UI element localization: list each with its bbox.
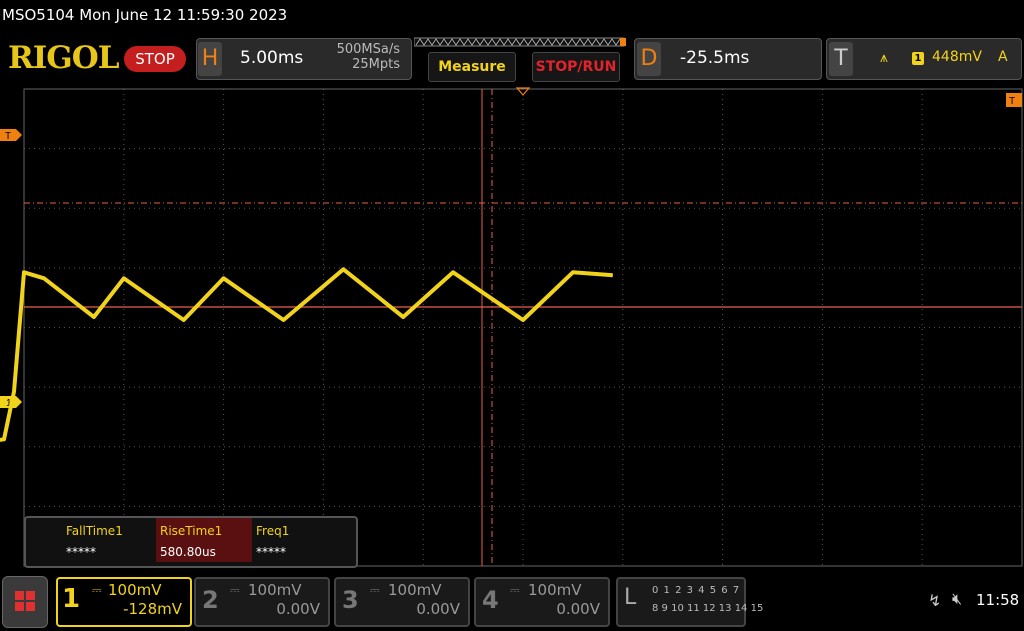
instrument-title: MSO5104 Mon June 12 11:59:30 2023 — [2, 6, 288, 24]
usb-icon: ↯ — [928, 591, 942, 610]
run-status-badge: STOP — [124, 46, 186, 72]
measure-button[interactable]: Measure — [428, 52, 516, 82]
channel-4-scale: 100mV — [528, 581, 582, 599]
channel-3-number: 3 — [342, 586, 359, 614]
channel-1-number: 1 — [62, 584, 81, 614]
delay-letter: D — [637, 42, 661, 76]
trigger-mode: A — [998, 49, 1008, 65]
channel-4-number: 4 — [482, 586, 499, 614]
logic-channels-row-2: 8 9 10 11 12 13 14 15 — [652, 603, 764, 614]
trigger-letter: T — [829, 42, 853, 76]
dc-coupling-icon: ⎓ — [230, 583, 240, 597]
stop-run-button[interactable]: STOP/RUN — [532, 52, 620, 82]
grid-menu-icon — [15, 591, 35, 611]
sample-rate-info: 500MSa/s 25Mpts — [300, 42, 400, 72]
channel-2-number: 2 — [202, 586, 219, 614]
channel-3-offset: 0.00V — [416, 600, 460, 618]
sample-rate: 500MSa/s — [336, 42, 400, 57]
delay-value: -25.5ms — [680, 48, 750, 68]
channel-2-scale: 100mV — [248, 581, 302, 599]
horizontal-letter: H — [198, 42, 222, 76]
memory-depth: 25Mpts — [352, 57, 400, 72]
speaker-muted-icon[interactable]: 🔇︎ — [952, 589, 962, 609]
measurement-name: FallTime1 — [66, 524, 123, 538]
measurement-value: ***** — [66, 545, 96, 559]
horizontal-trigger-marker: T — [1006, 93, 1022, 107]
measurement-name: Freq1 — [256, 524, 290, 538]
trigger-panel[interactable] — [826, 38, 1022, 80]
brand-logo: RIGOL — [8, 40, 120, 76]
dc-coupling-icon: ⎓ — [92, 583, 102, 597]
dc-coupling-icon: ⎓ — [370, 583, 380, 597]
measurement-name: RiseTime1 — [160, 524, 223, 538]
trigger-source-badge: 1 — [912, 52, 924, 65]
channel-3-scale: 100mV — [388, 581, 442, 599]
timebase-value: 5.00ms — [240, 48, 304, 68]
trigger-level: 448mV — [932, 49, 982, 65]
measurement-value: 580.80us — [160, 545, 216, 559]
memory-position-bar — [414, 37, 626, 47]
logic-letter: L — [624, 585, 637, 610]
menu-button[interactable] — [2, 576, 48, 628]
measurement-value: ***** — [256, 545, 286, 559]
dc-coupling-icon: ⎓ — [510, 583, 520, 597]
svg-text:T: T — [1009, 96, 1015, 107]
waveform-display[interactable]: T 1 T — [0, 85, 1024, 570]
channel-1-scale: 100mV — [108, 581, 162, 599]
rising-edge-icon: ⩚ — [880, 50, 888, 66]
channel-4-offset: 0.00V — [556, 600, 600, 618]
svg-text:T: T — [5, 131, 11, 142]
channel-2-offset: 0.00V — [276, 600, 320, 618]
logic-channels-row-1: 0 1 2 3 4 5 6 7 — [652, 585, 741, 596]
channel-1-offset: -128mV — [123, 600, 182, 618]
clock: 11:58 — [976, 591, 1020, 609]
measurement-panel[interactable]: FallTime1 ***** RiseTime1 580.80us Freq1… — [24, 516, 358, 568]
